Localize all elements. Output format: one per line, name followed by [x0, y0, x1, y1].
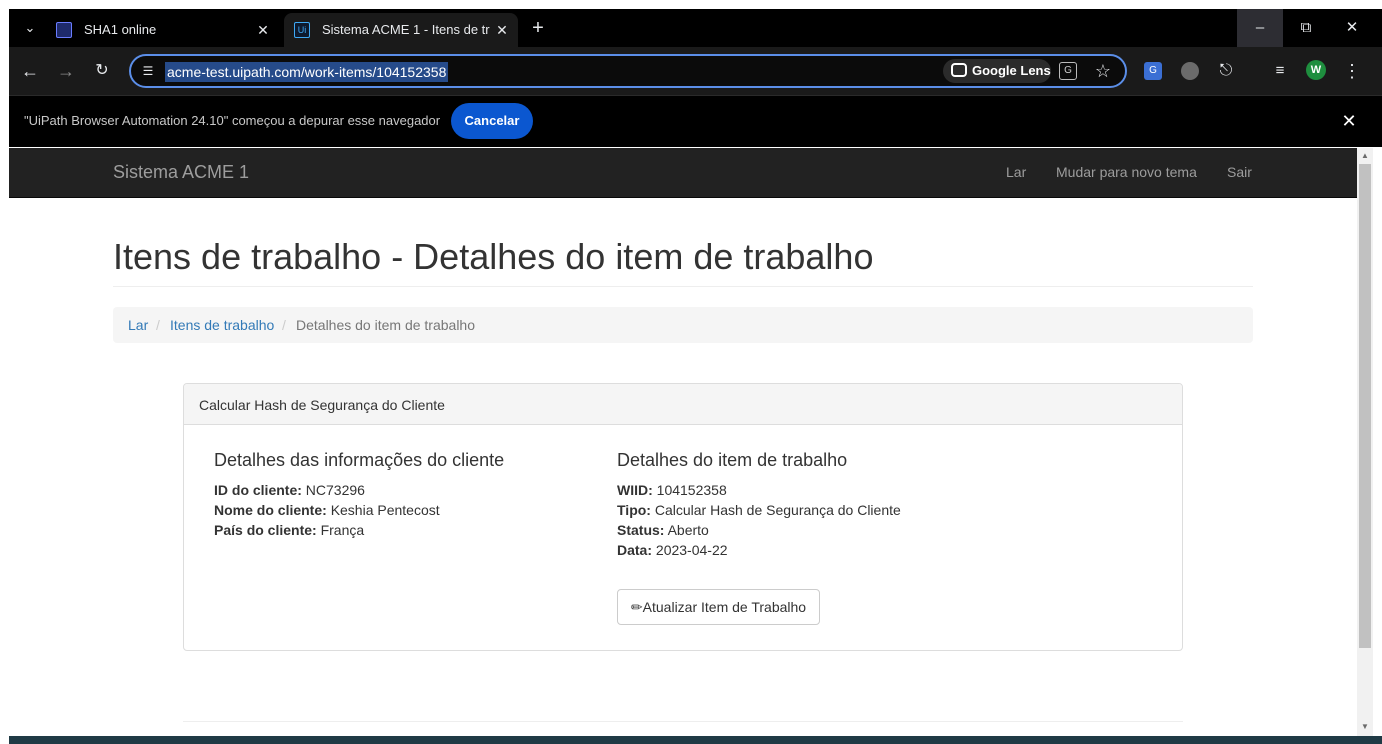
breadcrumb-home[interactable]: Lar: [128, 317, 148, 333]
client-name-field: Nome do cliente: Keshia Pentecost: [214, 502, 440, 518]
work-item-panel: Calcular Hash de Segurança do Cliente De…: [183, 383, 1183, 651]
lens-icon: [951, 63, 967, 77]
media-control-icon[interactable]: ≡: [1270, 61, 1290, 81]
cancel-debug-button[interactable]: Cancelar: [451, 103, 533, 139]
tab-sha1-online[interactable]: SHA1 online ✕: [46, 13, 282, 47]
client-country-field: País do cliente: França: [214, 522, 365, 538]
footer-divider: [183, 721, 1183, 722]
minimize-icon[interactable]: –: [1237, 9, 1283, 47]
extension-circle-icon[interactable]: [1181, 62, 1199, 80]
nav-link-theme[interactable]: Mudar para novo tema: [1056, 164, 1197, 180]
client-details-title: Detalhes das informações do cliente: [214, 450, 505, 470]
page-title: Itens de trabalho - Detalhes do item de …: [113, 236, 874, 277]
page-scrollbar[interactable]: ▲ ▼: [1357, 148, 1373, 736]
client-id-field: ID do cliente: NC73296: [214, 482, 365, 498]
site-info-icon[interactable]: ☰: [139, 62, 157, 80]
pencil-icon: ✏: [630, 599, 643, 615]
breadcrumb-separator: /: [156, 317, 160, 333]
wiid-field: WIID: 104152358: [617, 482, 727, 498]
nav-link-home[interactable]: Lar: [1006, 164, 1026, 180]
url-text[interactable]: acme-test.uipath.com/work-items/10415235…: [165, 62, 449, 82]
update-work-item-button[interactable]: ✏Atualizar Item de Trabalho: [617, 589, 820, 625]
lens-label: Google Lens: [972, 63, 1051, 78]
sha1-favicon-icon: [56, 22, 72, 38]
new-tab-icon[interactable]: +: [529, 17, 547, 39]
debug-infobar: "UiPath Browser Automation 24.10" começo…: [9, 95, 1382, 147]
tab-title: SHA1 online: [84, 22, 157, 37]
title-divider: [113, 286, 1253, 287]
profile-avatar[interactable]: W: [1306, 60, 1326, 80]
site-brand[interactable]: Sistema ACME 1: [113, 162, 249, 183]
tab-acme[interactable]: Ui Sistema ACME 1 - Itens de trab ✕: [284, 13, 518, 47]
address-bar[interactable]: ☰ acme-test.uipath.com/work-items/104152…: [129, 54, 1127, 88]
restore-icon[interactable]: ⧉: [1283, 9, 1329, 47]
site-navbar: Sistema ACME 1 Lar Mudar para novo tema …: [9, 148, 1357, 198]
browser-tab-strip: ⌄ SHA1 online ✕ Ui Sistema ACME 1 - Iten…: [9, 9, 1382, 47]
tab-close-icon[interactable]: ✕: [493, 21, 511, 39]
extension-icon[interactable]: G: [1144, 62, 1162, 80]
scroll-thumb[interactable]: [1359, 164, 1371, 648]
breadcrumb-work-items[interactable]: Itens de trabalho: [170, 317, 274, 333]
type-field: Tipo: Calcular Hash de Segurança do Clie…: [617, 502, 901, 518]
browser-toolbar: ← → ↻ ☰ acme-test.uipath.com/work-items/…: [9, 47, 1382, 95]
infobar-close-icon[interactable]: ✕: [1339, 111, 1359, 131]
breadcrumb-current: Detalhes do item de trabalho: [296, 317, 475, 333]
reload-icon[interactable]: ↻: [90, 59, 114, 83]
extensions-puzzle-icon[interactable]: ⎋: [1216, 61, 1236, 81]
nav-link-logout[interactable]: Sair: [1227, 164, 1252, 180]
uipath-favicon-icon: Ui: [294, 22, 310, 38]
bookmark-star-icon[interactable]: ☆: [1093, 60, 1113, 82]
scroll-up-icon[interactable]: ▲: [1357, 149, 1373, 163]
tab-list-chevron-icon[interactable]: ⌄: [21, 19, 39, 37]
translate-icon[interactable]: G: [1059, 62, 1077, 80]
menu-kebab-icon[interactable]: ⋮: [1342, 61, 1362, 81]
close-window-icon[interactable]: ✕: [1329, 9, 1375, 47]
tab-close-icon[interactable]: ✕: [254, 21, 272, 39]
os-taskbar: [9, 736, 1382, 744]
breadcrumb-separator: /: [282, 317, 286, 333]
panel-title: Calcular Hash de Segurança do Cliente: [199, 397, 445, 413]
date-field: Data: 2023-04-22: [617, 542, 728, 558]
update-button-label: Atualizar Item de Trabalho: [642, 599, 807, 615]
tab-title: Sistema ACME 1 - Itens de trab: [322, 22, 490, 37]
infobar-message: "UiPath Browser Automation 24.10" começo…: [24, 113, 441, 128]
back-icon[interactable]: ←: [18, 59, 42, 83]
forward-icon[interactable]: →: [54, 59, 78, 83]
work-item-details-title: Detalhes do item de trabalho: [617, 450, 848, 470]
panel-heading: Calcular Hash de Segurança do Cliente: [184, 384, 1182, 425]
google-lens-button[interactable]: Google Lens: [943, 59, 1051, 83]
status-field: Status: Aberto: [617, 522, 709, 538]
scroll-down-icon[interactable]: ▼: [1357, 720, 1373, 734]
breadcrumb: Lar / Itens de trabalho / Detalhes do it…: [113, 307, 1253, 343]
